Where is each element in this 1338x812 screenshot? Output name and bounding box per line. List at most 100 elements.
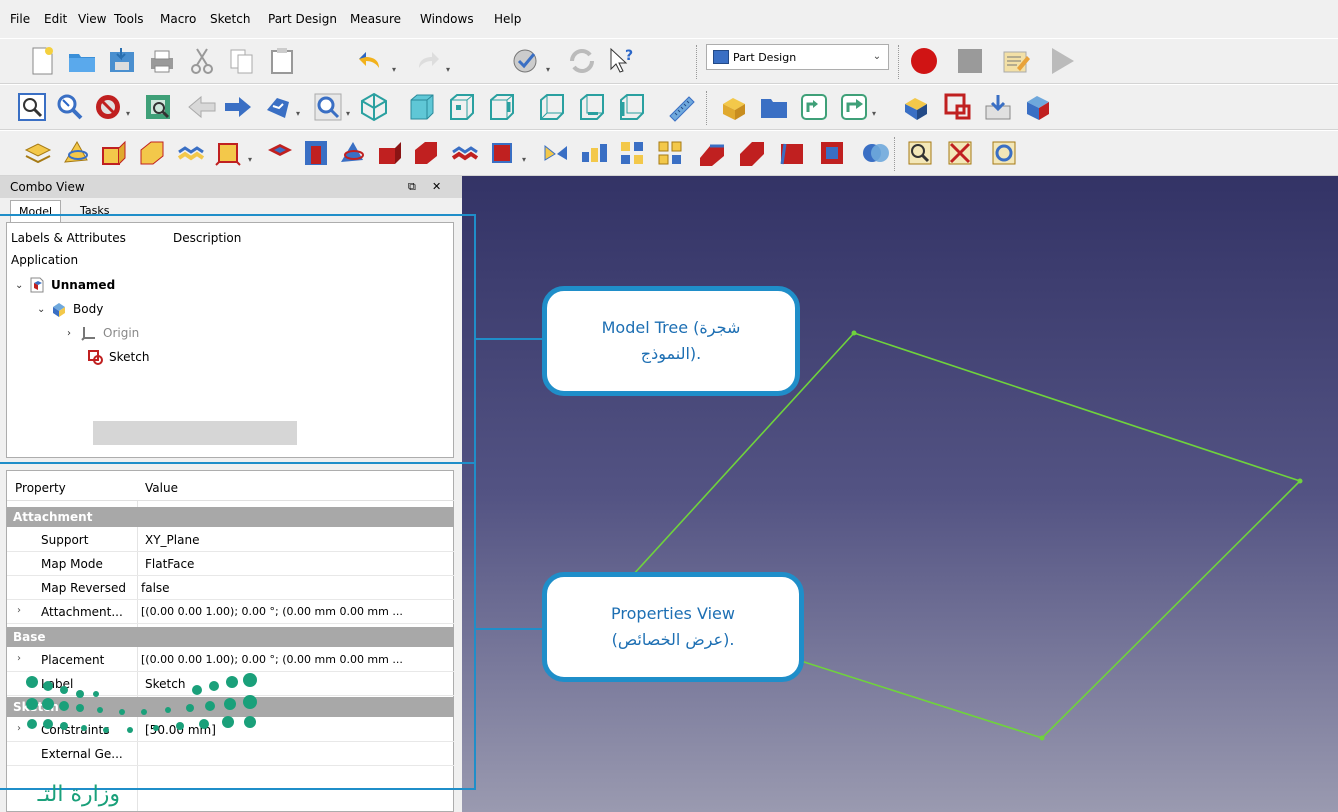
- menu-file[interactable]: File: [10, 12, 30, 26]
- property-value[interactable]: FlatFace: [145, 557, 194, 571]
- property-group-attachment[interactable]: Attachment: [7, 507, 455, 527]
- property-value[interactable]: [(0.00 0.00 1.00); 0.00 °; (0.00 mm 0.00…: [141, 605, 403, 618]
- property-value[interactable]: XY_Plane: [145, 533, 199, 547]
- float-icon[interactable]: ⧉: [408, 180, 416, 194]
- hole-icon[interactable]: [300, 137, 332, 169]
- bounding-box-icon[interactable]: [142, 91, 174, 123]
- link-dropdown-icon[interactable]: ▾: [872, 109, 880, 118]
- collapsed-chevron-icon[interactable]: ›: [17, 653, 21, 664]
- inspect-icon[interactable]: [904, 137, 936, 169]
- refresh-dropdown-icon[interactable]: ▾: [546, 65, 554, 74]
- additive-primitive-icon[interactable]: [212, 137, 244, 169]
- save-icon[interactable]: [106, 45, 138, 77]
- fillet-icon[interactable]: [696, 137, 728, 169]
- sync-view-icon[interactable]: [262, 91, 294, 123]
- additive-pipe-icon[interactable]: [136, 137, 168, 169]
- 3d-viewport[interactable]: [462, 176, 1338, 812]
- view-front-icon[interactable]: [406, 91, 438, 123]
- run-macro-icon[interactable]: [1046, 45, 1078, 77]
- groove-icon[interactable]: [336, 137, 368, 169]
- open-folder-icon[interactable]: [66, 45, 98, 77]
- property-row-placement[interactable]: › Placement [(0.00 0.00 1.00); 0.00 °; (…: [7, 649, 455, 672]
- draft-icon[interactable]: [776, 137, 808, 169]
- collapsed-chevron-icon[interactable]: ›: [17, 723, 21, 734]
- expanded-chevron-icon[interactable]: ⌄: [37, 304, 51, 315]
- record-macro-icon[interactable]: [908, 45, 940, 77]
- menu-macro[interactable]: Macro: [160, 12, 196, 26]
- tree-item-origin[interactable]: › Origin: [67, 325, 139, 341]
- collapsed-chevron-icon[interactable]: ›: [67, 328, 81, 339]
- sync-view-dropdown-icon[interactable]: ▾: [296, 109, 304, 118]
- refresh-checkmark-icon[interactable]: [510, 45, 542, 77]
- subtractive-primitive-dropdown-icon[interactable]: ▾: [522, 155, 530, 164]
- property-value[interactable]: [(0.00 0.00 1.00); 0.00 °; (0.00 mm 0.00…: [141, 653, 403, 666]
- link-actions-icon[interactable]: [838, 91, 870, 123]
- additive-primitive-dropdown-icon[interactable]: ▾: [248, 155, 256, 164]
- back-arrow-icon[interactable]: [186, 91, 218, 123]
- mirrored-icon[interactable]: [540, 137, 572, 169]
- menu-edit[interactable]: Edit: [44, 12, 67, 26]
- tree-item-unnamed[interactable]: ⌄ Unnamed: [15, 277, 115, 293]
- close-icon[interactable]: ✕: [432, 180, 441, 193]
- menu-measure[interactable]: Measure: [350, 12, 401, 26]
- draw-style-icon[interactable]: [92, 91, 124, 123]
- redo-icon[interactable]: [410, 45, 442, 77]
- view-left-icon[interactable]: [616, 91, 648, 123]
- tree-item-body[interactable]: ⌄ Body: [37, 301, 103, 317]
- analysis-icon[interactable]: [988, 137, 1020, 169]
- view-top-icon[interactable]: [446, 91, 478, 123]
- pocket-icon[interactable]: [264, 137, 296, 169]
- workbench-selector[interactable]: Part Design ⌄: [706, 44, 889, 70]
- measure-ruler-icon[interactable]: [666, 91, 698, 123]
- view-bottom-icon[interactable]: [576, 91, 608, 123]
- collapsed-chevron-icon[interactable]: ›: [17, 605, 21, 616]
- body-icon[interactable]: [900, 91, 932, 123]
- subtractive-helix-icon[interactable]: [448, 137, 480, 169]
- additive-loft-icon[interactable]: [98, 137, 130, 169]
- print-icon[interactable]: [146, 45, 178, 77]
- property-row-map-reversed[interactable]: Map Reversed false: [7, 577, 455, 600]
- whats-this-icon[interactable]: ?: [606, 45, 638, 77]
- property-row-support[interactable]: Support XY_Plane: [7, 529, 455, 552]
- subtractive-primitive-icon[interactable]: [486, 137, 518, 169]
- property-row-map-mode[interactable]: Map Mode FlatFace: [7, 553, 455, 576]
- linear-pattern-icon[interactable]: [578, 137, 610, 169]
- polar-pattern-icon[interactable]: [616, 137, 648, 169]
- std-views-icon[interactable]: [312, 91, 344, 123]
- new-sketch-icon[interactable]: [942, 91, 974, 123]
- combo-view-scrollbar[interactable]: [454, 222, 462, 812]
- chamfer-icon[interactable]: [736, 137, 768, 169]
- export-icon[interactable]: [982, 91, 1014, 123]
- new-document-icon[interactable]: [26, 45, 58, 77]
- create-part-icon[interactable]: [718, 91, 750, 123]
- multi-transform-icon[interactable]: [654, 137, 686, 169]
- boolean-icon[interactable]: [860, 137, 892, 169]
- tree-item-sketch[interactable]: Sketch: [87, 349, 149, 365]
- thickness-icon[interactable]: [816, 137, 848, 169]
- copy-icon[interactable]: [226, 45, 258, 77]
- expanded-chevron-icon[interactable]: ⌄: [15, 280, 29, 291]
- link-icon[interactable]: [798, 91, 830, 123]
- shape-binder-icon[interactable]: [1022, 91, 1054, 123]
- recompute-icon[interactable]: [566, 45, 598, 77]
- undo-dropdown-icon[interactable]: ▾: [392, 65, 400, 74]
- property-row-attachment-offset[interactable]: › Attachment... [(0.00 0.00 1.00); 0.00 …: [7, 601, 455, 624]
- tab-model[interactable]: Model: [10, 200, 62, 222]
- tab-tasks[interactable]: Tasks: [72, 200, 117, 222]
- view-rear-icon[interactable]: [536, 91, 568, 123]
- pad-icon[interactable]: [22, 137, 54, 169]
- redo-dropdown-icon[interactable]: ▾: [446, 65, 454, 74]
- edit-macro-icon[interactable]: [1000, 45, 1032, 77]
- stop-macro-icon[interactable]: [954, 45, 986, 77]
- create-group-icon[interactable]: [758, 91, 790, 123]
- property-row-external-geometry[interactable]: External Ge...: [7, 743, 455, 766]
- subtractive-pipe-icon[interactable]: [410, 137, 442, 169]
- revolution-icon[interactable]: [60, 137, 92, 169]
- paste-icon[interactable]: [266, 45, 298, 77]
- fit-selection-icon[interactable]: [54, 91, 86, 123]
- menu-view[interactable]: View: [78, 12, 106, 26]
- cut-icon[interactable]: [186, 45, 218, 77]
- menu-windows[interactable]: Windows: [420, 12, 474, 26]
- menu-tools[interactable]: Tools: [114, 12, 144, 26]
- menu-help[interactable]: Help: [494, 12, 521, 26]
